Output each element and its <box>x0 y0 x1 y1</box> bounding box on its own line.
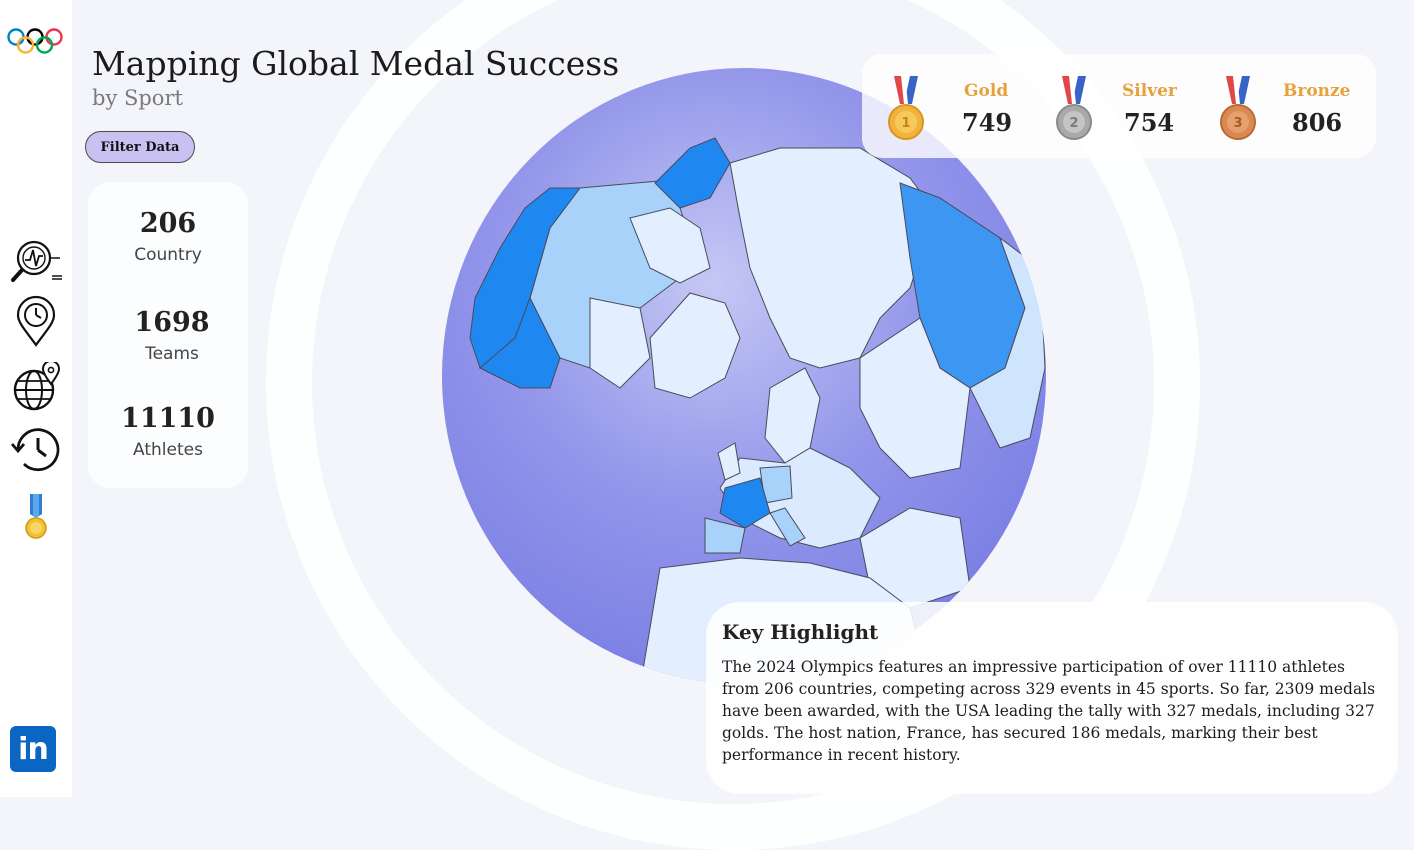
stat-country-value: 206 <box>139 208 197 239</box>
world-globe-map[interactable] <box>440 68 1050 688</box>
sidebar-item-medals[interactable] <box>8 490 64 542</box>
bronze-count: 806 <box>1292 108 1343 137</box>
globe-pin-icon <box>13 362 61 411</box>
sidebar: in <box>0 0 72 797</box>
stat-athletes-label: Athletes <box>133 440 203 460</box>
bronze-rank-label: 3 <box>1233 116 1242 131</box>
stat-teams-label: Teams <box>145 344 199 364</box>
gold-count: 749 <box>962 108 1013 137</box>
sidebar-item-analytics[interactable] <box>8 236 64 288</box>
filter-data-button[interactable]: Filter Data <box>85 131 195 163</box>
sidebar-item-history[interactable] <box>8 424 64 476</box>
medal-silver: 2 Silver 754 <box>1052 72 1192 144</box>
analytics-search-icon <box>11 240 62 282</box>
medal-bronze: 3 Bronze 806 <box>1216 72 1366 144</box>
key-highlight-title: Key Highlight <box>722 620 879 644</box>
stat-teams: 1698 Teams <box>92 307 252 364</box>
sidebar-item-schedule[interactable] <box>8 295 64 348</box>
stat-athletes-value: 11110 <box>121 403 215 434</box>
silver-rank-label: 2 <box>1069 116 1078 131</box>
stat-country-label: Country <box>134 245 202 265</box>
silver-label: Silver <box>1122 81 1177 101</box>
medal-icon <box>25 494 47 539</box>
medal-gold: 1 Gold 749 <box>884 72 1024 144</box>
linkedin-button[interactable]: in <box>10 726 56 772</box>
location-clock-icon <box>16 295 56 347</box>
olympic-rings-icon <box>7 28 63 54</box>
gold-label: Gold <box>964 81 1009 101</box>
medal-summary-card: 1 Gold 749 2 Silver 754 3 Bronze 806 <box>862 54 1376 158</box>
stat-country: 206 Country <box>88 208 248 265</box>
silver-count: 754 <box>1124 108 1175 137</box>
bronze-medal-icon: 3 <box>1220 76 1256 140</box>
bronze-label: Bronze <box>1283 81 1351 101</box>
stat-athletes: 11110 Athletes <box>88 403 248 460</box>
stat-teams-value: 1698 <box>134 307 210 338</box>
page-subtitle: by Sport <box>92 86 183 110</box>
history-icon <box>10 428 60 472</box>
gold-rank-label: 1 <box>901 116 910 131</box>
silver-medal-icon: 2 <box>1056 76 1092 140</box>
linkedin-icon-label: in <box>18 731 49 767</box>
sidebar-item-global-map[interactable] <box>8 362 64 414</box>
key-highlight-text: The 2024 Olympics features an impressive… <box>722 658 1376 764</box>
summary-stats-card: 206 Country 1698 Teams 11110 Athletes <box>88 182 248 488</box>
gold-medal-icon: 1 <box>888 76 924 140</box>
